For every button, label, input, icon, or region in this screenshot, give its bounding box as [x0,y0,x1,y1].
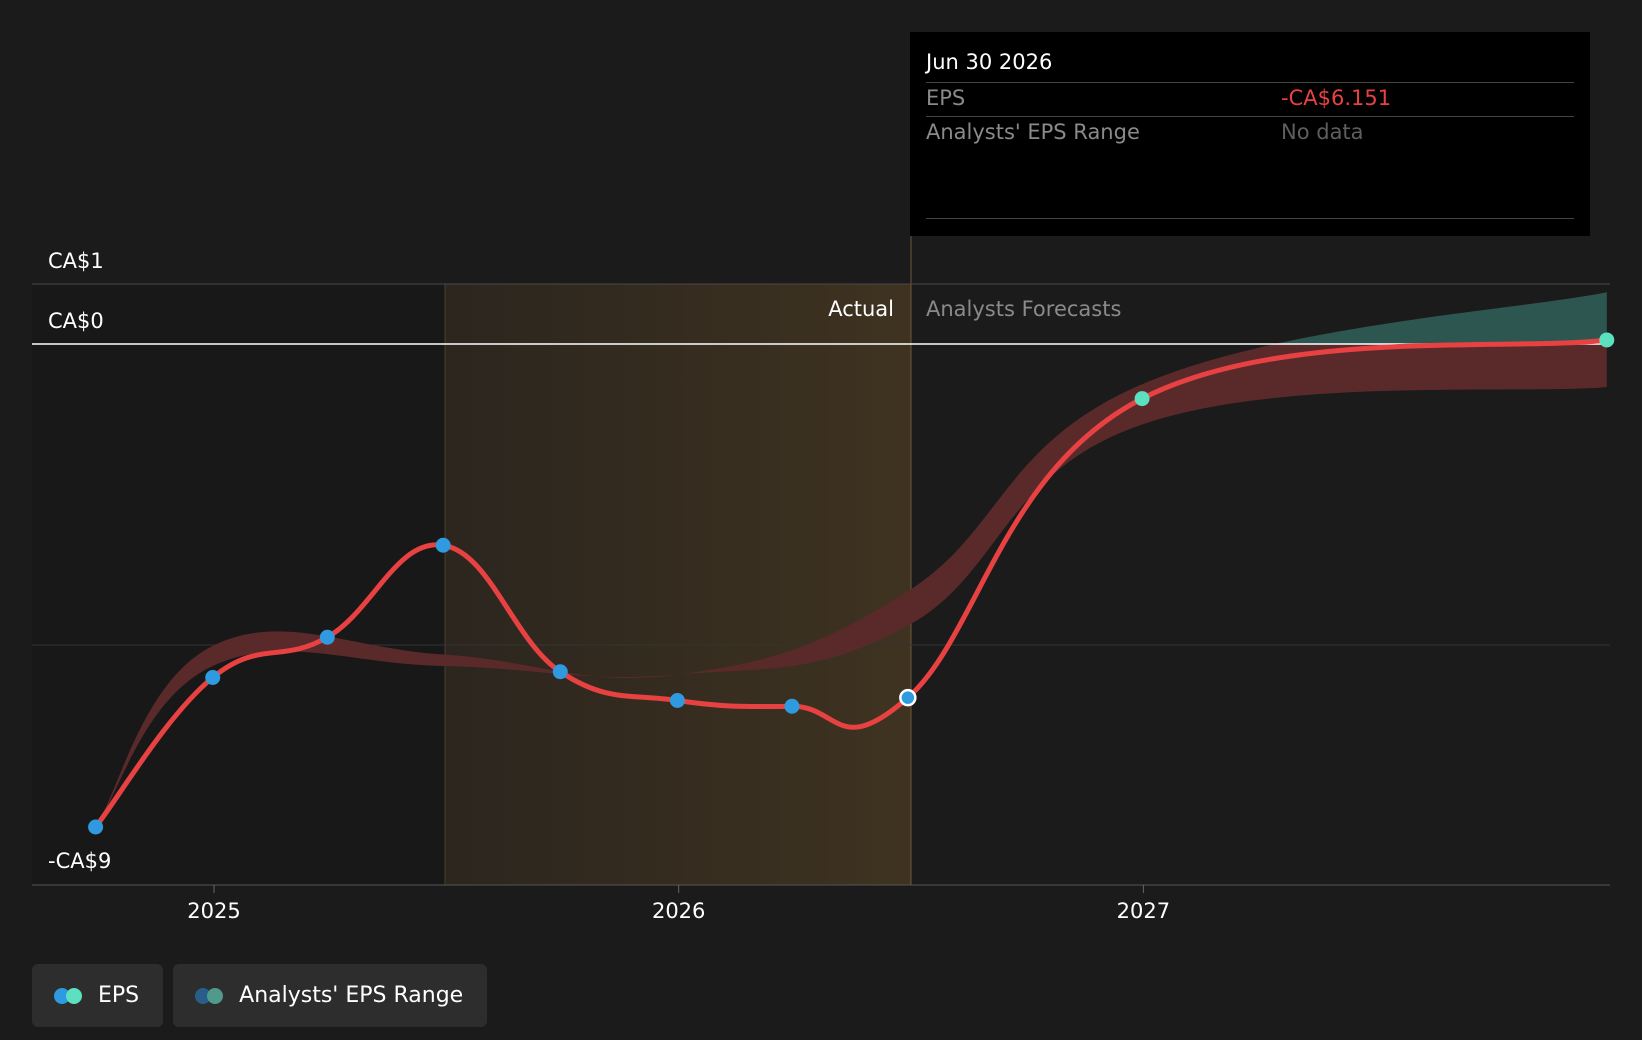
eps-actual-point[interactable] [205,670,221,685]
actual-label: Actual [828,297,894,321]
dot-icon [66,987,82,1004]
eps-selected-point[interactable] [899,688,917,707]
y-label-ca0: CA$0 [48,309,104,333]
eps-actual-point[interactable] [669,693,685,708]
tooltip-divider [926,82,1574,83]
highlight-band [445,284,911,885]
legend: EPS Analysts' EPS Range [32,964,488,1027]
x-tick-label-2025: 2025 [187,899,240,923]
tooltip-range-value: No data [1281,120,1364,144]
tooltip-divider [926,116,1574,117]
eps-actual-point[interactable] [435,537,451,553]
legend-eps-dots-icon [54,987,84,1005]
eps-actual-point[interactable] [552,664,568,680]
tooltip-range-label: Analysts' EPS Range [926,120,1140,144]
legend-eps-label: EPS [98,983,140,1008]
dot-icon [207,987,224,1004]
eps-forecast-point[interactable] [1599,332,1615,348]
x-tick-label-2026: 2026 [652,899,705,923]
eps-actual-point[interactable] [88,819,104,835]
y-label-ca1: CA$1 [48,249,104,273]
eps-forecast-point[interactable] [1134,391,1150,407]
tooltip-eps-label: EPS [926,86,966,110]
legend-range-dots-icon [195,987,225,1005]
tooltip: Jun 30 2026 EPS -CA$6.151 Analysts' EPS … [910,32,1590,236]
legend-item-eps-range[interactable]: Analysts' EPS Range [173,964,488,1027]
tooltip-eps-value: -CA$6.151 [1281,86,1392,110]
forecast-label: Analysts Forecasts [926,297,1121,321]
legend-range-label: Analysts' EPS Range [239,983,464,1008]
tooltip-divider [926,218,1574,219]
tooltip-date: Jun 30 2026 [926,50,1053,74]
x-tick-label-2027: 2027 [1117,899,1170,923]
legend-item-eps[interactable]: EPS [32,964,164,1027]
y-label-ca-9: -CA$9 [48,849,111,873]
x-axis-ticks: 2025 2026 2027 [187,885,1170,923]
eps-actual-point[interactable] [319,629,335,645]
eps-actual-point[interactable] [784,698,800,714]
